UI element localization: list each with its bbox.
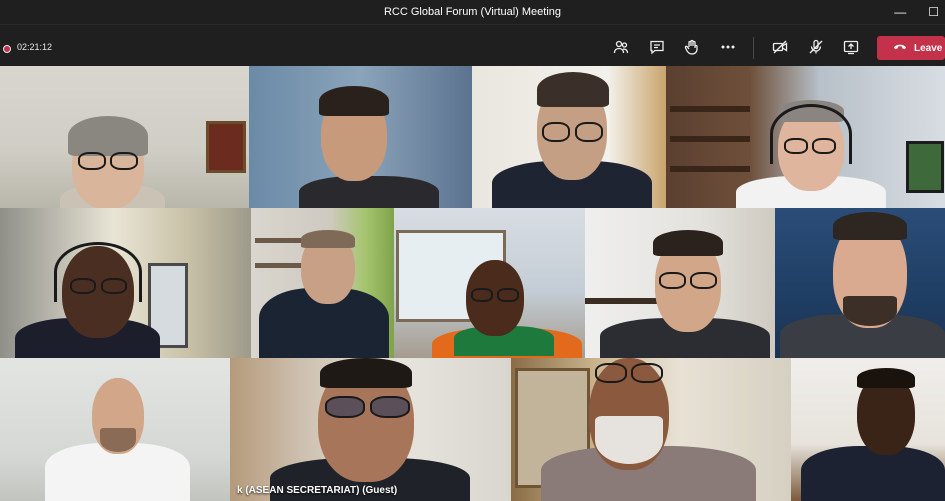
leave-label: Leave — [914, 42, 943, 54]
video-tile[interactable] — [511, 358, 791, 501]
video-tile[interactable] — [775, 208, 945, 358]
leave-button[interactable]: Leave — [877, 36, 945, 60]
video-grid — [0, 66, 945, 501]
meeting-timer: 02:21:12 — [17, 42, 53, 52]
shelf — [585, 298, 665, 304]
more-icon[interactable] — [719, 38, 737, 56]
bookshelf — [670, 166, 750, 172]
bookshelf — [670, 136, 750, 142]
window-title: RCC Global Forum (Virtual) Meeting — [383, 6, 562, 18]
video-tile[interactable] — [0, 66, 249, 208]
video-tile[interactable] — [249, 66, 472, 208]
maximize-icon[interactable]: ☐ — [928, 5, 939, 19]
toolbar-divider — [753, 37, 754, 59]
video-tile[interactable] — [472, 66, 666, 208]
participant-name-tag: k (ASEAN SECRETARIAT) (Guest) — [237, 484, 398, 496]
camera-off-icon[interactable] — [771, 38, 789, 56]
title-bar: RCC Global Forum (Virtual) Meeting — ☐ — [0, 0, 945, 24]
minimize-icon[interactable]: — — [894, 5, 906, 19]
mic-off-icon[interactable] — [807, 38, 825, 56]
chat-icon[interactable] — [648, 38, 666, 56]
share-icon[interactable] — [842, 38, 860, 56]
bookshelf — [670, 106, 750, 112]
raise-hand-icon[interactable] — [683, 38, 701, 56]
wall-poster — [906, 141, 944, 193]
wall-painting — [206, 121, 246, 173]
video-tile[interactable] — [585, 208, 775, 358]
participants-icon[interactable] — [612, 38, 630, 56]
phone-icon — [893, 42, 907, 54]
video-tile[interactable] — [791, 358, 945, 501]
video-tile[interactable] — [666, 66, 945, 208]
video-tile[interactable] — [0, 358, 230, 501]
recording-icon — [3, 45, 11, 53]
video-tile[interactable] — [251, 208, 394, 358]
video-tile[interactable] — [0, 208, 251, 358]
video-tile[interactable] — [230, 358, 511, 501]
video-tile[interactable] — [394, 208, 585, 358]
meeting-toolbar: 02:21:12 Leave — [0, 24, 945, 66]
